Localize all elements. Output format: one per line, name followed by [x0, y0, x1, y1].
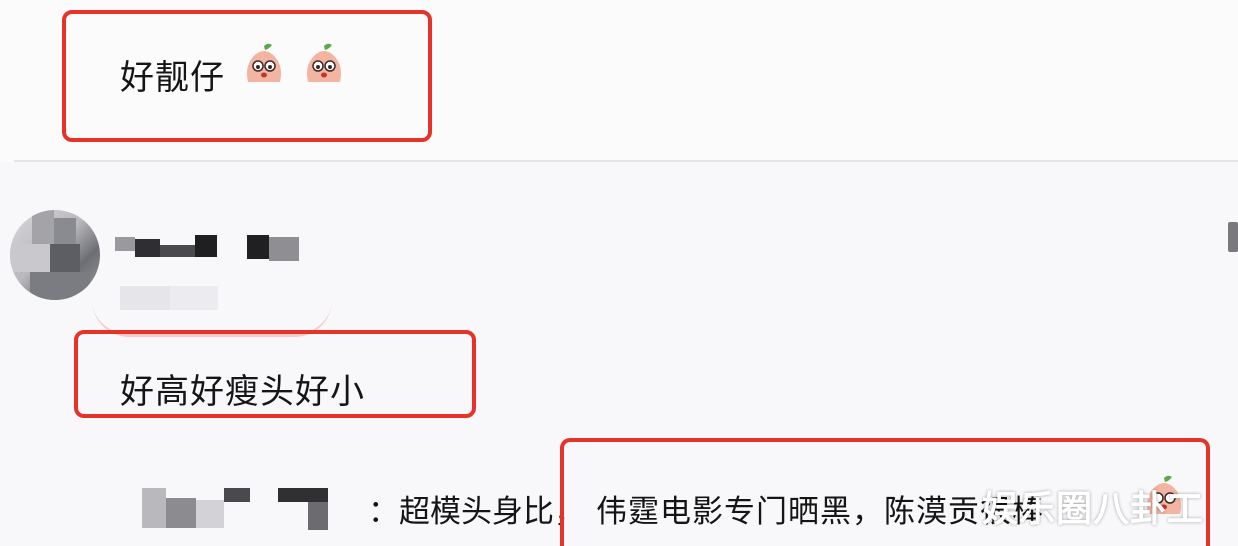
comment-divider: [14, 160, 1238, 162]
comment-1-text: 好靓仔: [120, 58, 225, 98]
peach-face-icon: [307, 43, 341, 82]
reply-username-blurred[interactable]: [142, 488, 342, 530]
reply-highlighted-text: 伟霆电影专门晒黑，陈漠贡很棒: [596, 494, 1044, 530]
reply-prefix-text: ：超模头身比，: [368, 494, 585, 530]
user-avatar-blurred[interactable]: [10, 210, 100, 300]
peach-face-icon: [247, 43, 281, 82]
comment-2-text: 好高好瘦头好小: [120, 372, 365, 412]
watermark-text: 娱乐圈八卦工: [982, 489, 1205, 530]
scrollbar-thumb[interactable]: [1228, 222, 1238, 252]
username-blurred[interactable]: [115, 235, 305, 265]
